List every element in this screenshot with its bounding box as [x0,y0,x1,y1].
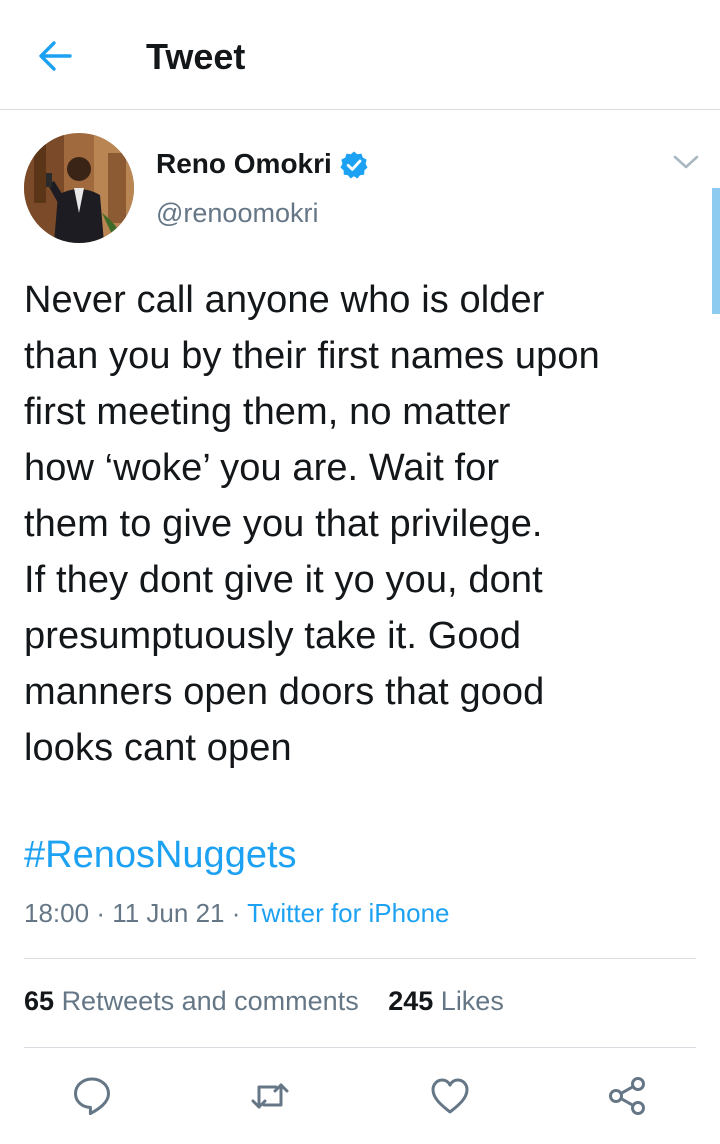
retweets-stat[interactable]: 65 Retweets and comments [24,986,359,1016]
hashtag-link[interactable]: #RenosNuggets [24,834,297,877]
tweet-stats: 65 Retweets and comments 245 Likes [24,986,504,1017]
avatar[interactable] [24,133,134,243]
heart-icon [431,1078,469,1114]
tweet-text: Never call anyone who is older than you … [24,272,704,776]
share-button[interactable] [606,1074,650,1118]
reply-button[interactable] [70,1074,114,1118]
tweet-text-line: looks cant open [24,727,292,769]
arrow-left-icon [39,41,72,71]
tweet-meta: 18:00 · 11 Jun 21 · Twitter for iPhone [24,898,449,929]
scrollbar[interactable] [712,188,720,314]
tweet-source-link[interactable]: Twitter for iPhone [247,898,449,928]
tweet-text-line: first meeting them, no matter [24,391,511,433]
like-button[interactable] [428,1074,472,1118]
tweet-text-line: Never call anyone who is older [24,279,545,321]
likes-stat[interactable]: 245 Likes [388,986,504,1016]
retweet-icon [251,1083,289,1109]
retweets-count: 65 [24,986,55,1016]
avatar-photo [24,133,134,243]
likes-label: Likes [440,986,504,1016]
reply-icon [74,1077,110,1116]
tweet-text-line: how ‘woke’ you are. Wait for [24,447,500,489]
divider [24,958,696,959]
meta-separator: · [231,898,241,928]
tweet-text-line: If they dont give it yo you, dont [24,559,543,601]
tweet-date: 11 Jun 21 [112,898,225,928]
verified-badge-icon [339,150,369,180]
retweets-label: Retweets and comments [61,986,359,1016]
chevron-down-icon [673,155,699,169]
meta-separator: · [96,898,105,928]
author-handle[interactable]: @renoomokri [156,198,318,229]
tweet-time: 18:00 [24,898,90,928]
top-bar: Tweet [0,0,720,110]
author-name[interactable]: Reno Omokri [156,148,332,180]
tweet-menu-button[interactable] [670,150,702,174]
back-button[interactable] [34,34,78,78]
share-icon [609,1077,645,1115]
tweet-text-line: presumptuously take it. Good [24,615,522,657]
tweet-text-line: them to give you that privilege. [24,503,543,545]
page-title: Tweet [146,36,246,77]
tweet-text-line: than you by their first names upon [24,335,600,377]
divider [24,1047,696,1048]
likes-count: 245 [388,986,434,1016]
retweet-button[interactable] [248,1074,292,1118]
tweet-text-line: manners open doors that good [24,671,545,713]
